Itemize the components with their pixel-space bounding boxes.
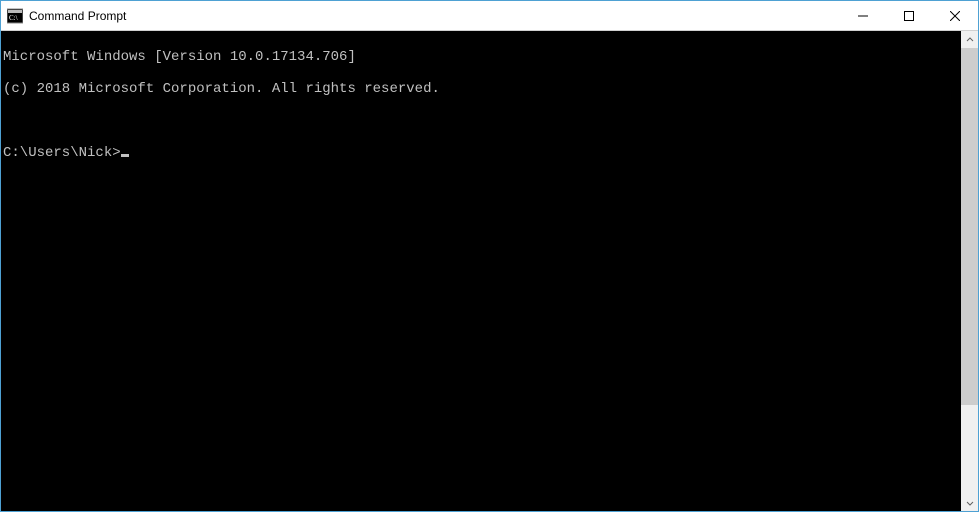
titlebar-left: C:\ Command Prompt [1,8,840,24]
maximize-icon [904,11,914,21]
content-area: Microsoft Windows [Version 10.0.17134.70… [1,31,978,511]
chevron-down-icon [966,499,974,507]
terminal-prompt: C:\Users\Nick> [3,145,121,161]
close-button[interactable] [932,1,978,30]
scroll-thumb[interactable] [961,48,978,405]
chevron-up-icon [966,36,974,44]
close-icon [950,11,960,21]
terminal-line: Microsoft Windows [Version 10.0.17134.70… [3,49,961,65]
maximize-button[interactable] [886,1,932,30]
scroll-track[interactable] [961,48,978,494]
scroll-up-button[interactable] [961,31,978,48]
window-title: Command Prompt [29,9,126,23]
window-controls [840,1,978,30]
cmd-icon: C:\ [7,8,23,24]
scroll-down-button[interactable] [961,494,978,511]
terminal-line: (c) 2018 Microsoft Corporation. All righ… [3,81,961,97]
minimize-button[interactable] [840,1,886,30]
command-prompt-window: C:\ Command Prompt [0,0,979,512]
minimize-icon [858,11,868,21]
terminal-prompt-line: C:\Users\Nick> [3,145,961,161]
terminal-output[interactable]: Microsoft Windows [Version 10.0.17134.70… [1,31,961,511]
svg-text:C:\: C:\ [9,14,18,22]
vertical-scrollbar[interactable] [961,31,978,511]
titlebar[interactable]: C:\ Command Prompt [1,1,978,31]
terminal-cursor [121,154,129,157]
terminal-line [3,113,961,129]
